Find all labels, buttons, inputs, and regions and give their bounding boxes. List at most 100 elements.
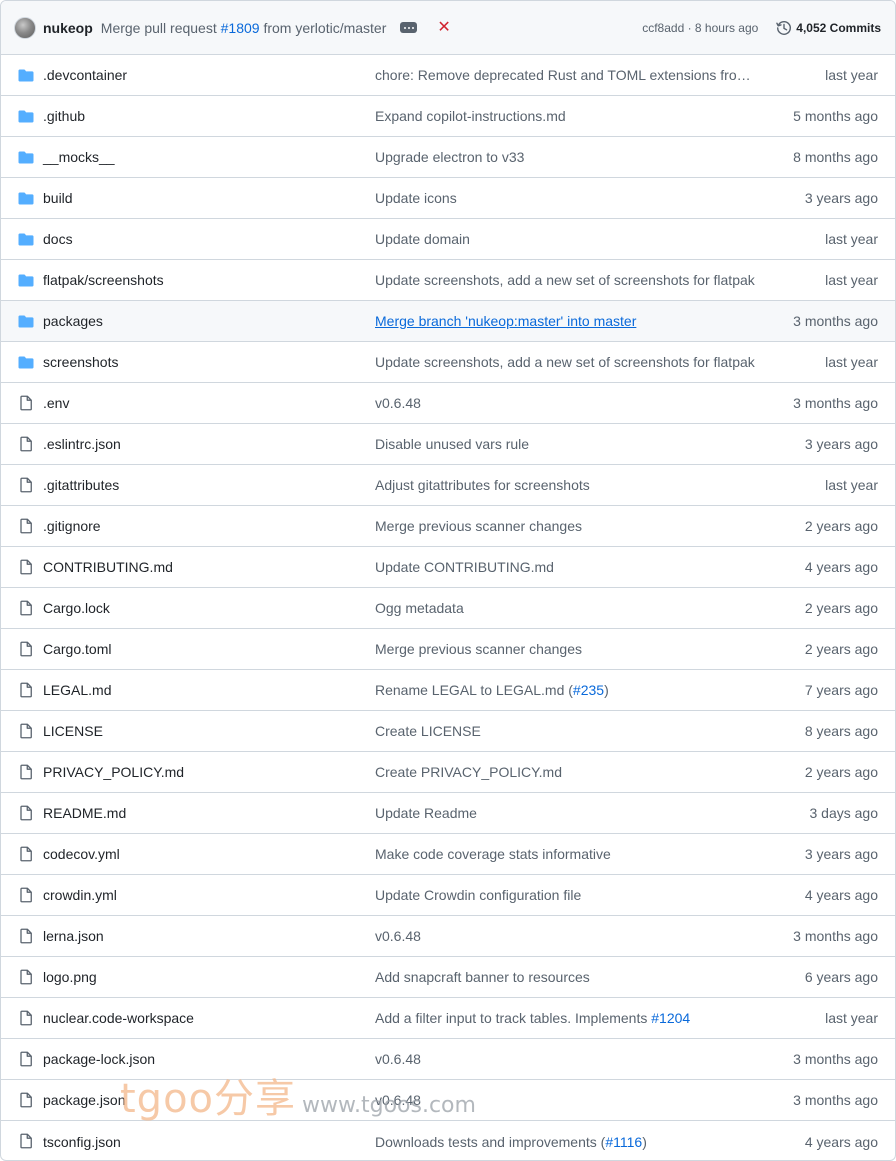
file-name-link[interactable]: .gitignore	[43, 518, 101, 534]
commit-message-link[interactable]: Disable unused vars rule	[375, 436, 759, 452]
file-row[interactable]: __mocks__ Upgrade electron to v33 8 months…	[1, 137, 895, 178]
commit-message-link[interactable]: chore: Remove deprecated Rust and TOML e…	[375, 67, 759, 83]
file-row[interactable]: lerna.json v0.6.48 3 months ago	[1, 916, 895, 957]
commit-message-link[interactable]: Upgrade electron to v33	[375, 149, 759, 165]
avatar[interactable]	[14, 16, 36, 39]
file-name-link[interactable]: PRIVACY_POLICY.md	[43, 764, 184, 780]
commit-message-link[interactable]: Ogg metadata	[375, 600, 759, 616]
file-name-link[interactable]: .gitattributes	[43, 477, 119, 493]
commit-message-link[interactable]: Update domain	[375, 231, 759, 247]
commit-message-link[interactable]: Update screenshots, add a new set of scr…	[375, 354, 759, 370]
file-row[interactable]: docs Update domain last year	[1, 219, 895, 260]
x-icon[interactable]: ✕	[437, 19, 450, 36]
file-row[interactable]: README.md Update Readme 3 days ago	[1, 793, 895, 834]
file-row[interactable]: tsconfig.json Downloads tests and improve…	[1, 1121, 895, 1160]
file-row[interactable]: codecov.yml Make code coverage stats info…	[1, 834, 895, 875]
pr-link[interactable]: #1116	[605, 1134, 642, 1150]
file-name-link[interactable]: README.md	[43, 805, 126, 821]
file-name-link[interactable]: package.json	[43, 1092, 126, 1108]
file-icon	[18, 928, 34, 944]
file-row[interactable]: package-lock.json v0.6.48 3 months ago	[1, 1039, 895, 1080]
file-row[interactable]: packages Merge branch 'nukeop:master' int…	[1, 301, 895, 342]
file-icon	[18, 887, 34, 903]
commit-message-link[interactable]: v0.6.48	[375, 1051, 759, 1067]
file-row[interactable]: PRIVACY_POLICY.md Create PRIVACY_POLICY.m…	[1, 752, 895, 793]
commit-message-link[interactable]: Adjust gitattributes for screenshots	[375, 477, 759, 493]
commit-message-link[interactable]: Downloads tests and improvements (#1116)	[375, 1134, 759, 1150]
file-name-link[interactable]: .devcontainer	[43, 67, 127, 83]
file-name-link[interactable]: nuclear.code-workspace	[43, 1010, 194, 1026]
file-row[interactable]: Cargo.toml Merge previous scanner changes…	[1, 629, 895, 670]
commits-link[interactable]: 4,052 Commits	[776, 20, 881, 36]
commit-message-link[interactable]: Merge previous scanner changes	[375, 518, 759, 534]
file-row[interactable]: screenshots Update screenshots, add a new…	[1, 342, 895, 383]
file-name-link[interactable]: build	[43, 190, 73, 206]
file-row[interactable]: .github Expand copilot-instructions.md 5 m…	[1, 96, 895, 137]
file-icon	[18, 395, 34, 411]
expand-commit-message-button[interactable]	[400, 22, 418, 33]
file-name-link[interactable]: screenshots	[43, 354, 118, 370]
folder-icon	[18, 67, 34, 83]
file-name-link[interactable]: docs	[43, 231, 73, 247]
commit-author[interactable]: nukeop	[43, 20, 93, 36]
file-name-link[interactable]: crowdin.yml	[43, 887, 117, 903]
file-row[interactable]: CONTRIBUTING.md Update CONTRIBUTING.md 4 y…	[1, 547, 895, 588]
file-name-link[interactable]: .env	[43, 395, 69, 411]
commit-message-link[interactable]: Update Readme	[375, 805, 759, 821]
pr-link[interactable]: #1809	[221, 20, 260, 36]
pr-link[interactable]: #235	[573, 682, 604, 698]
file-row[interactable]: build Update icons 3 years ago	[1, 178, 895, 219]
commit-message-link[interactable]: Expand copilot-instructions.md	[375, 108, 759, 124]
commit-message-link[interactable]: Update icons	[375, 190, 759, 206]
file-row[interactable]: crowdin.yml Update Crowdin configuration …	[1, 875, 895, 916]
commit-message-link[interactable]: Update screenshots, add a new set of scr…	[375, 272, 759, 288]
file-row[interactable]: LICENSE Create LICENSE 8 years ago	[1, 711, 895, 752]
file-name-link[interactable]: .github	[43, 108, 85, 124]
commit-message-link[interactable]: Create LICENSE	[375, 723, 759, 739]
commit-message-link[interactable]: v0.6.48	[375, 928, 759, 944]
commit-message-link[interactable]: Add a filter input to track tables. Impl…	[375, 1010, 759, 1026]
file-name-link[interactable]: packages	[43, 313, 103, 329]
commit-message-link[interactable]: v0.6.48	[375, 395, 759, 411]
commit-age: 2 years ago	[804, 518, 878, 534]
file-row[interactable]: .gitattributes Adjust gitattributes for s…	[1, 465, 895, 506]
file-name-link[interactable]: Cargo.lock	[43, 600, 110, 616]
commit-message-link[interactable]: Create PRIVACY_POLICY.md	[375, 764, 759, 780]
file-row[interactable]: logo.png Add snapcraft banner to resource…	[1, 957, 895, 998]
file-name-link[interactable]: lerna.json	[43, 928, 104, 944]
file-name-link[interactable]: codecov.yml	[43, 846, 120, 862]
commit-hash-time[interactable]: ccf8add · 8 hours ago	[642, 21, 758, 35]
file-name-link[interactable]: logo.png	[43, 969, 97, 985]
folder-icon	[18, 190, 34, 206]
file-name-link[interactable]: LEGAL.md	[43, 682, 111, 698]
folder-icon	[18, 149, 34, 165]
file-row[interactable]: .env v0.6.48 3 months ago	[1, 383, 895, 424]
commit-message-link[interactable]: Merge branch 'nukeop:master' into master	[375, 313, 759, 329]
file-name-link[interactable]: package-lock.json	[43, 1051, 155, 1067]
file-row[interactable]: .devcontainer chore: Remove deprecated Ru…	[1, 55, 895, 96]
file-name-link[interactable]: __mocks__	[43, 149, 115, 165]
commit-message-link[interactable]: v0.6.48	[375, 1092, 759, 1108]
commit-message-link[interactable]: Merge previous scanner changes	[375, 641, 759, 657]
file-row[interactable]: package.json v0.6.48 3 months ago	[1, 1080, 895, 1121]
file-row[interactable]: .gitignore Merge previous scanner changes…	[1, 506, 895, 547]
file-name-link[interactable]: Cargo.toml	[43, 641, 111, 657]
file-name-link[interactable]: LICENSE	[43, 723, 103, 739]
file-row[interactable]: nuclear.code-workspace Add a filter input…	[1, 998, 895, 1039]
commit-message-link[interactable]: Update Crowdin configuration file	[375, 887, 759, 903]
file-name-link[interactable]: .eslintrc.json	[43, 436, 121, 452]
commit-message-link[interactable]: Make code coverage stats informative	[375, 846, 759, 862]
file-row[interactable]: .eslintrc.json Disable unused vars rule 3 …	[1, 424, 895, 465]
file-row[interactable]: LEGAL.md Rename LEGAL to LEGAL.md (#235) 7…	[1, 670, 895, 711]
file-name-link[interactable]: tsconfig.json	[43, 1134, 121, 1150]
commit-message-link[interactable]: Update CONTRIBUTING.md	[375, 559, 759, 575]
file-name-link[interactable]: CONTRIBUTING.md	[43, 559, 173, 575]
file-name-link[interactable]: flatpak/screenshots	[43, 272, 164, 288]
file-row[interactable]: Cargo.lock Ogg metadata 2 years ago	[1, 588, 895, 629]
commit-message-link[interactable]: Add snapcraft banner to resources	[375, 969, 759, 985]
commit-age: 5 months ago	[793, 108, 878, 124]
file-row[interactable]: flatpak/screenshots Update screenshots, a…	[1, 260, 895, 301]
pr-link[interactable]: #1204	[651, 1010, 690, 1026]
commit-message-link[interactable]: Rename LEGAL to LEGAL.md (#235)	[375, 682, 759, 698]
commit-message[interactable]: Merge pull request #1809 from yerlotic/m…	[101, 20, 387, 36]
